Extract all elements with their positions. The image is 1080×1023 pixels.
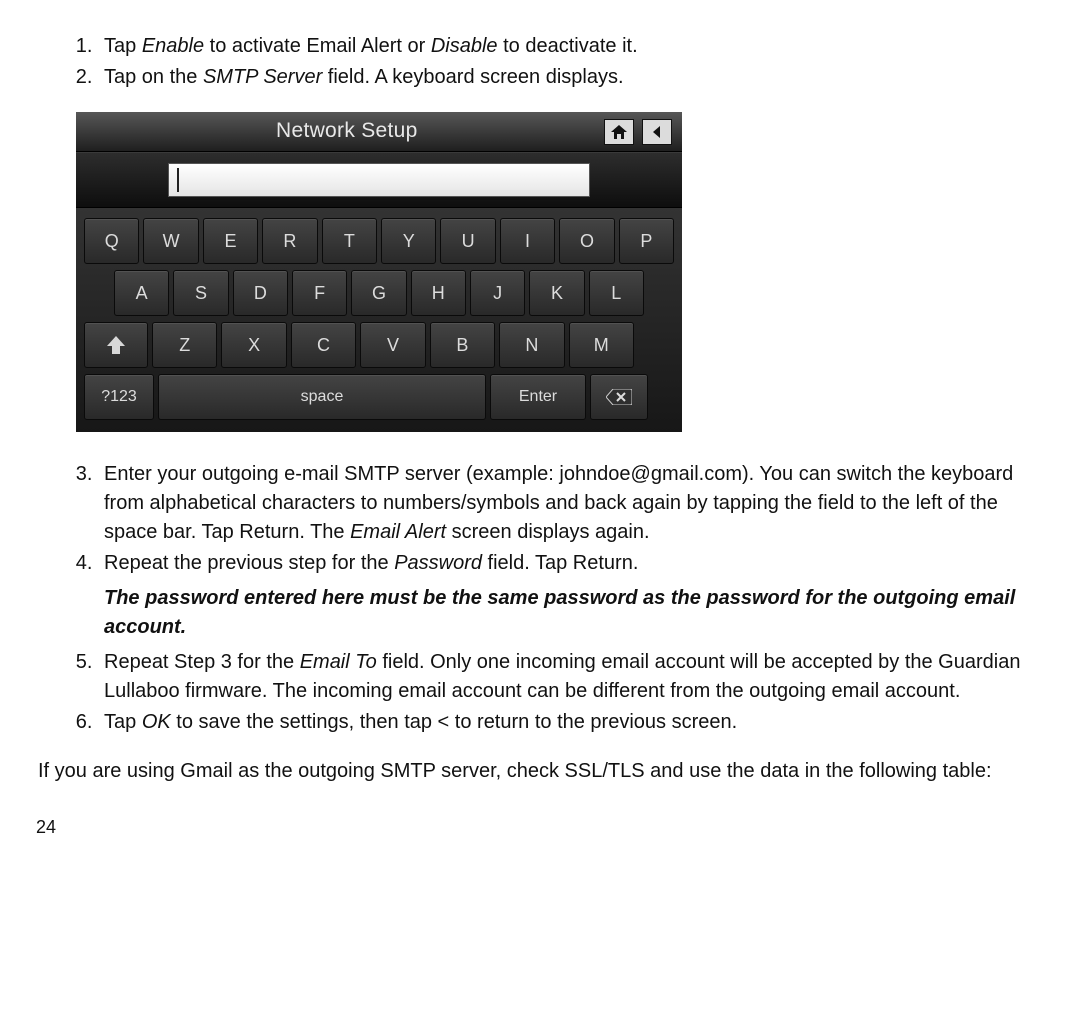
titlebar: Network Setup <box>76 112 682 152</box>
smtp-server-input[interactable] <box>168 163 590 197</box>
key-e[interactable]: E <box>203 218 258 264</box>
keyboard-row-3: Z X C V B N M <box>84 322 674 368</box>
key-n[interactable]: N <box>499 322 564 368</box>
key-l[interactable]: L <box>589 270 644 316</box>
key-t[interactable]: T <box>322 218 377 264</box>
key-g[interactable]: G <box>351 270 406 316</box>
step-5: Repeat Step 3 for the Email To field. On… <box>98 648 1044 706</box>
text-cursor <box>177 168 179 192</box>
key-z[interactable]: Z <box>152 322 217 368</box>
key-y[interactable]: Y <box>381 218 436 264</box>
key-h[interactable]: H <box>411 270 466 316</box>
step-3: Enter your outgoing e-mail SMTP server (… <box>98 460 1044 547</box>
backspace-icon <box>606 389 632 405</box>
step-6: Tap OK to save the settings, then tap < … <box>98 708 1044 737</box>
keyboard-row-4: ?123 space Enter <box>84 374 674 420</box>
key-o[interactable]: O <box>559 218 614 264</box>
key-space[interactable]: space <box>158 374 486 420</box>
key-w[interactable]: W <box>143 218 198 264</box>
step-1: Tap Enable to activate Email Alert or Di… <box>98 32 1044 61</box>
steps-top: Tap Enable to activate Email Alert or Di… <box>36 32 1044 92</box>
keyboard-row-2: A S D F G H J K L <box>84 270 674 316</box>
steps-bottom: Enter your outgoing e-mail SMTP server (… <box>36 460 1044 737</box>
key-b[interactable]: B <box>430 322 495 368</box>
screen-title: Network Setup <box>276 116 418 146</box>
key-r[interactable]: R <box>262 218 317 264</box>
key-d[interactable]: D <box>233 270 288 316</box>
key-k[interactable]: K <box>529 270 584 316</box>
key-shift[interactable] <box>84 322 148 368</box>
keyboard: Q W E R T Y U I O P A S D F G H J K L <box>76 208 682 432</box>
page-number: 24 <box>36 814 1044 840</box>
back-icon[interactable] <box>642 119 672 145</box>
key-j[interactable]: J <box>470 270 525 316</box>
key-u[interactable]: U <box>440 218 495 264</box>
key-s[interactable]: S <box>173 270 228 316</box>
key-x[interactable]: X <box>221 322 286 368</box>
shift-icon <box>106 336 126 354</box>
key-backspace[interactable] <box>590 374 648 420</box>
keyboard-screenshot: Network Setup Q W E R T Y U I O P A <box>76 112 682 432</box>
key-a[interactable]: A <box>114 270 169 316</box>
home-icon[interactable] <box>604 119 634 145</box>
key-f[interactable]: F <box>292 270 347 316</box>
step-4: Repeat the previous step for the Passwor… <box>98 549 1044 642</box>
input-row <box>76 152 682 208</box>
key-p[interactable]: P <box>619 218 674 264</box>
key-v[interactable]: V <box>360 322 425 368</box>
step-2: Tap on the SMTP Server field. A keyboard… <box>98 63 1044 92</box>
password-note: The password entered here must be the sa… <box>104 584 1044 642</box>
key-enter[interactable]: Enter <box>490 374 586 420</box>
key-num-toggle[interactable]: ?123 <box>84 374 154 420</box>
closing-paragraph: If you are using Gmail as the outgoing S… <box>36 757 1044 786</box>
keyboard-row-1: Q W E R T Y U I O P <box>84 218 674 264</box>
key-q[interactable]: Q <box>84 218 139 264</box>
key-m[interactable]: M <box>569 322 634 368</box>
key-c[interactable]: C <box>291 322 356 368</box>
key-i[interactable]: I <box>500 218 555 264</box>
